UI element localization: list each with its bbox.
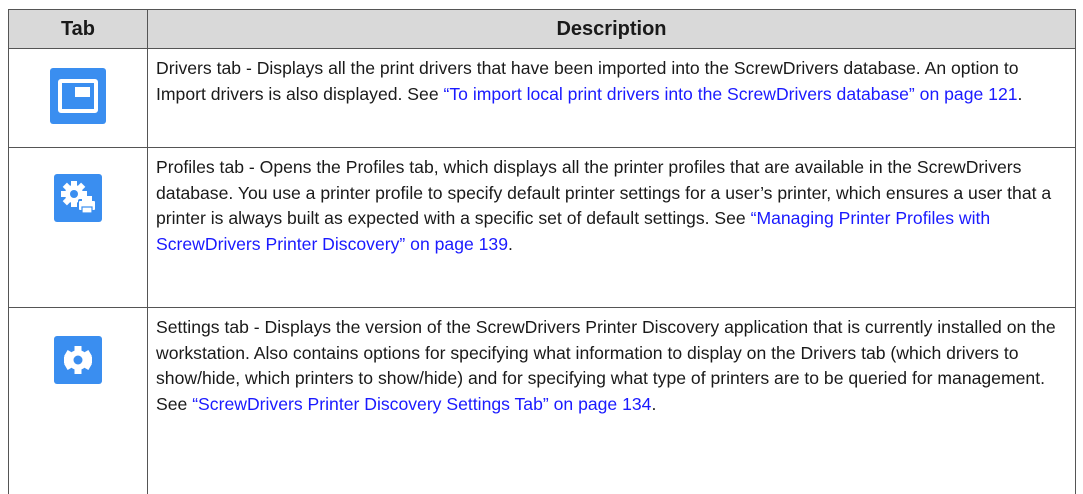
settings-tab-link[interactable]: “ScrewDrivers Printer Discovery Settings… — [192, 394, 651, 414]
profiles-gear-printer-icon — [54, 174, 102, 222]
table-header-row: Tab Description — [8, 9, 1076, 49]
drivers-window-icon — [50, 68, 106, 124]
row-description-tail: . — [651, 393, 657, 414]
tabs-table: Tab Description Drivers tab - Displays a… — [8, 9, 1076, 494]
description-cell: Settings tab - Displays the version of t… — [147, 307, 1076, 494]
table-row: Settings tab - Displays the version of t… — [8, 307, 1076, 494]
table-row: Drivers tab - Displays all the print dri… — [8, 48, 1076, 148]
icon-cell — [8, 307, 148, 494]
tab-column-header: Tab — [8, 9, 148, 49]
description-cell: Profiles tab - Opens the Profiles tab, w… — [147, 147, 1076, 308]
row-description-tail: . — [508, 233, 513, 254]
icon-cell — [8, 147, 148, 308]
description-column-header: Description — [147, 9, 1076, 49]
settings-gear-icon — [54, 336, 102, 384]
table-row: Profiles tab - Opens the Profiles tab, w… — [8, 147, 1076, 308]
drivers-import-link[interactable]: “To import local print drivers into the … — [444, 84, 1018, 104]
icon-cell — [8, 48, 148, 148]
description-cell: Drivers tab - Displays all the print dri… — [147, 48, 1076, 148]
row-description-tail: . — [1017, 83, 1023, 104]
